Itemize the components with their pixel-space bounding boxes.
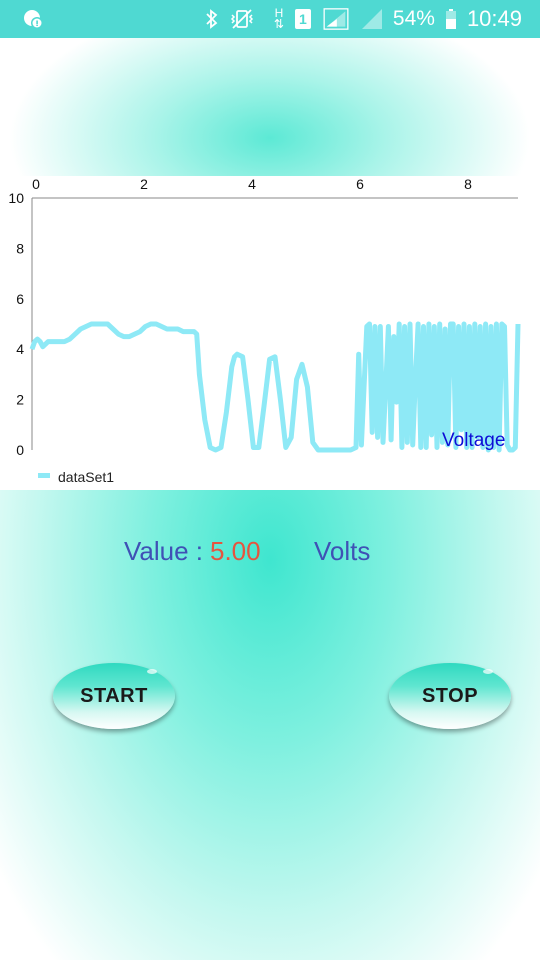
chart-annotation-voltage: Voltage <box>442 430 505 451</box>
y-tick-label: 2 <box>16 392 24 408</box>
button-gloss <box>483 669 493 674</box>
signal-icon <box>323 8 349 30</box>
value-readout: Value : 5.00 Volts <box>0 536 540 572</box>
battery-percent: 54% <box>392 7 435 30</box>
start-button[interactable]: START <box>53 663 175 729</box>
legend-swatch-dataset1 <box>38 473 50 478</box>
header-gradient-area <box>0 38 540 176</box>
start-button-label: START <box>80 684 148 707</box>
x-tick-label: 8 <box>464 176 472 192</box>
y-tick-label: 4 <box>16 341 24 357</box>
unit-label: Volts <box>314 536 371 566</box>
x-tick-label: 6 <box>356 176 364 192</box>
stop-button[interactable]: STOP <box>389 663 511 729</box>
status-bar: H ⇅ 1 54% 10:49 <box>0 0 540 38</box>
stop-button-label: STOP <box>421 684 479 707</box>
value-number: 5.00 <box>210 536 261 566</box>
x-tick-label: 2 <box>140 176 148 192</box>
bluetooth-icon <box>206 9 218 29</box>
battery-icon <box>445 9 456 29</box>
voltage-chart: 0 2 4 6 8 10 8 6 4 2 0 Voltage dataSet1 <box>0 176 540 490</box>
y-tick-label: 10 <box>8 190 24 206</box>
vibrate-icon <box>230 9 253 29</box>
clock: 10:49 <box>466 6 522 31</box>
x-tick-label: 4 <box>248 176 256 192</box>
value-label: Value : <box>124 536 204 566</box>
signal-empty-icon <box>361 9 382 29</box>
button-gloss <box>147 669 157 674</box>
legend-label-dataset1: dataSet1 <box>58 469 114 485</box>
notification-icon <box>24 10 43 29</box>
x-tick-label: 0 <box>32 176 40 192</box>
y-tick-label: 8 <box>16 240 24 256</box>
sim-1-icon: 1 <box>294 9 311 29</box>
y-tick-label: 0 <box>16 442 24 458</box>
network-h-icon: H ⇅ <box>273 6 284 31</box>
chart-canvas: 0 2 4 6 8 10 8 6 4 2 0 Voltage dataSet1 <box>8 176 521 485</box>
y-tick-label: 6 <box>16 291 24 307</box>
